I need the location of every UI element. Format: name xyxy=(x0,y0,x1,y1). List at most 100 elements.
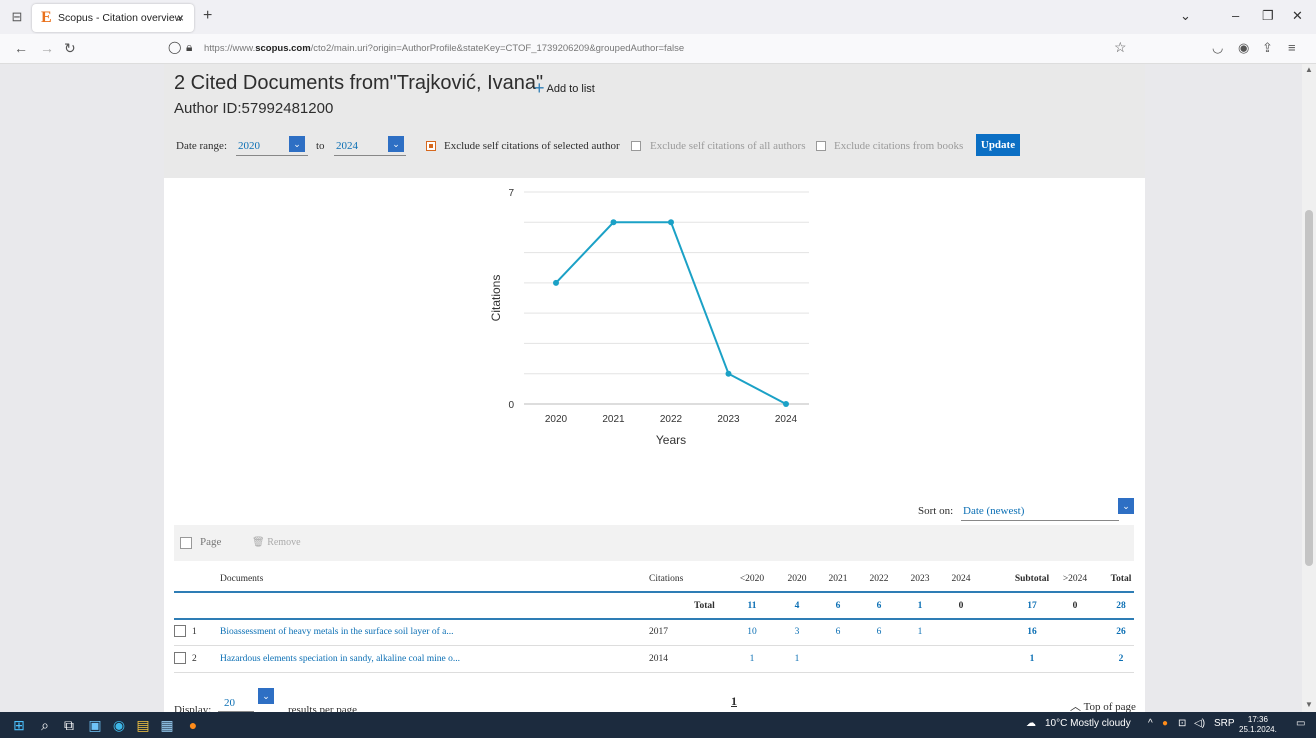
add-to-list-button[interactable]: + Add to list xyxy=(534,78,595,99)
tab-close-icon[interactable]: × xyxy=(177,11,184,25)
chevron-down-icon[interactable]: ⌄ xyxy=(258,688,274,704)
row-number: 1 xyxy=(192,627,197,637)
table-row: 2 Hazardous elements speciation in sandy… xyxy=(174,648,1134,670)
tray-chevron-icon[interactable]: ^ xyxy=(1148,718,1153,729)
col-2020: 2020 xyxy=(787,574,807,584)
sort-select[interactable]: Date (newest) xyxy=(961,501,1119,521)
bookmark-star-icon[interactable]: ☆ xyxy=(1114,39,1127,56)
clock[interactable]: 17:36 25.1.2024. xyxy=(1239,715,1277,735)
total-total[interactable]: 28 xyxy=(1103,601,1139,611)
x-tick-label: 2024 xyxy=(775,414,798,425)
cell-subtotal[interactable]: 16 xyxy=(1007,627,1057,637)
chevron-down-icon[interactable]: ⌄ xyxy=(1118,498,1134,514)
row-checkbox[interactable] xyxy=(174,652,186,664)
restore-icon[interactable]: ❐ xyxy=(1262,8,1274,24)
overview-header: 2 Cited Documents from"Trajković, Ivana"… xyxy=(164,64,1145,178)
exclude-books-checkbox[interactable] xyxy=(816,141,826,151)
minimize-icon[interactable]: – xyxy=(1232,8,1239,23)
clock-date: 25.1.2024. xyxy=(1239,725,1277,734)
url-bar[interactable]: ◯ 🔒︎ https://www.scopus.com/cto2/main.ur… xyxy=(162,37,1142,61)
account-icon[interactable]: ◉ xyxy=(1238,40,1249,56)
top-of-page-link[interactable]: ︿ Top of page xyxy=(1070,698,1136,712)
cell-2020[interactable]: 1 xyxy=(779,654,815,664)
extensions-icon[interactable]: ⇪ xyxy=(1262,40,1273,56)
tray-app-icon[interactable]: ● xyxy=(1162,718,1168,729)
volume-icon[interactable]: ◁) xyxy=(1194,718,1205,729)
current-page[interactable]: 1 xyxy=(731,694,737,709)
firefox-icon[interactable]: ● xyxy=(184,716,202,734)
total-row: Total 11 4 6 6 1 0 17 0 28 xyxy=(174,595,1134,617)
browser-tab[interactable]: E Scopus - Citation overview × xyxy=(32,4,194,32)
reload-icon[interactable]: ↻ xyxy=(64,40,76,57)
chevron-down-icon[interactable]: ⌄ xyxy=(289,136,305,152)
cell-2023[interactable]: 1 xyxy=(902,627,938,637)
author-id: Author ID:57992481200 xyxy=(174,100,334,117)
windows-start-icon[interactable]: ⊞ xyxy=(10,716,28,734)
cell-lt2020[interactable]: 1 xyxy=(734,654,770,664)
total-subtotal[interactable]: 17 xyxy=(1007,601,1057,611)
data-point xyxy=(783,401,789,407)
per-page-select[interactable]: 20 xyxy=(218,692,254,712)
exclude-self-all-checkbox[interactable] xyxy=(631,141,641,151)
back-arrow-icon[interactable]: ← xyxy=(14,40,28,56)
window-close-icon[interactable]: ✕ xyxy=(1292,8,1303,24)
chevron-down-icon[interactable]: ⌄ xyxy=(388,136,404,152)
store-icon[interactable]: ▣ xyxy=(86,716,104,734)
y-tick-label: 7 xyxy=(508,188,514,199)
scroll-down-icon[interactable]: ▼ xyxy=(1305,700,1313,709)
document-title-link[interactable]: Hazardous elements speciation in sandy, … xyxy=(220,654,460,664)
col-2023: 2023 xyxy=(910,574,930,584)
cell-2020[interactable]: 3 xyxy=(779,627,815,637)
tab-list-icon[interactable]: ⊟ xyxy=(8,9,26,25)
lock-icon[interactable]: 🔒︎ xyxy=(186,40,192,55)
app-icon[interactable]: ▦ xyxy=(158,716,176,734)
menu-icon[interactable]: ≡ xyxy=(1288,40,1296,55)
browser-tab-bar: ⊟ E Scopus - Citation overview × + ⌄ – ❐… xyxy=(0,0,1316,34)
total-2023[interactable]: 1 xyxy=(902,601,938,611)
file-explorer-icon[interactable]: ▤ xyxy=(134,716,152,734)
update-button[interactable]: Update xyxy=(976,134,1020,156)
forward-arrow-icon[interactable]: → xyxy=(40,40,54,56)
cell-total[interactable]: 2 xyxy=(1103,654,1139,664)
task-view-icon[interactable]: ⧉ xyxy=(60,716,78,734)
language-indicator[interactable]: SRP xyxy=(1214,718,1235,729)
data-point xyxy=(668,219,674,226)
edge-icon[interactable]: ◉ xyxy=(110,716,128,734)
search-icon[interactable]: ⌕ xyxy=(36,716,54,734)
cell-2022[interactable]: 6 xyxy=(861,627,897,637)
col-2021: 2021 xyxy=(828,574,848,584)
date-range-label: Date range: xyxy=(176,140,227,152)
total-2022[interactable]: 6 xyxy=(861,601,897,611)
cell-2021[interactable]: 6 xyxy=(820,627,856,637)
remove-button[interactable]: 🗑︎ Remove xyxy=(252,537,301,548)
cell-subtotal[interactable]: 1 xyxy=(1007,654,1057,664)
total-lt2020[interactable]: 11 xyxy=(734,601,770,611)
select-page-checkbox[interactable] xyxy=(180,537,192,549)
new-tab-icon[interactable]: + xyxy=(203,7,212,25)
url-text[interactable]: https://www.scopus.com/cto2/main.uri?ori… xyxy=(204,43,684,54)
y-tick-label: 0 xyxy=(508,400,514,411)
weather-text[interactable]: 10°C Mostly cloudy xyxy=(1045,718,1131,729)
col-2022: 2022 xyxy=(869,574,889,584)
display-label: Display: xyxy=(174,704,212,712)
total-2021[interactable]: 6 xyxy=(820,601,856,611)
cell-lt2020[interactable]: 10 xyxy=(734,627,770,637)
row-checkbox[interactable] xyxy=(174,625,186,637)
table-row: 1 Bioassessment of heavy metals in the s… xyxy=(174,621,1134,643)
total-2020[interactable]: 4 xyxy=(779,601,815,611)
citation-overview-page: 2 Cited Documents from"Trajković, Ivana"… xyxy=(164,64,1145,712)
per-page-label: results per page xyxy=(288,704,358,712)
cell-total[interactable]: 26 xyxy=(1103,627,1139,637)
scrollbar-thumb[interactable] xyxy=(1305,210,1313,566)
network-icon[interactable]: ⊡ xyxy=(1178,718,1186,729)
weather-icon[interactable]: ☁ xyxy=(1026,718,1036,729)
exclude-self-selected-checkbox[interactable] xyxy=(426,141,436,151)
tracking-shield-icon[interactable]: ◯ xyxy=(168,40,181,54)
scroll-up-icon[interactable]: ▲ xyxy=(1305,65,1313,74)
page-scrollbar[interactable]: ▲ ▼ xyxy=(1302,64,1316,712)
document-title-link[interactable]: Bioassessment of heavy metals in the sur… xyxy=(220,627,453,637)
notifications-icon[interactable]: ▭ xyxy=(1296,718,1305,729)
pocket-icon[interactable]: ◡ xyxy=(1212,40,1223,56)
tab-overflow-icon[interactable]: ⌄ xyxy=(1180,8,1191,24)
x-tick-label: 2020 xyxy=(545,414,568,425)
